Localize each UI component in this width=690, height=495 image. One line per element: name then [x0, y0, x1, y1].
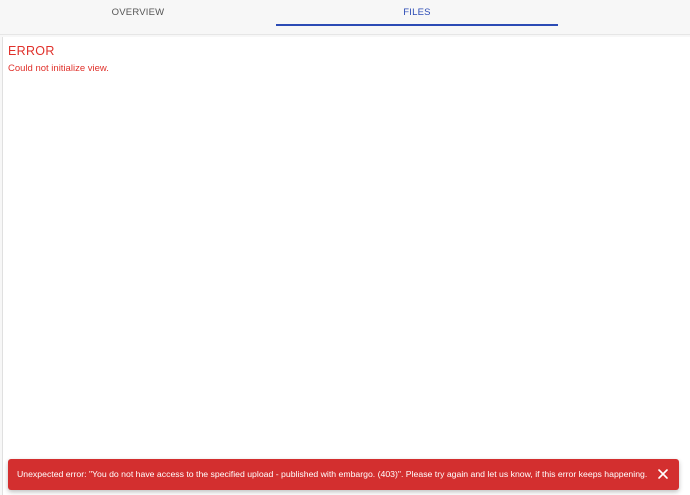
error-snackbar: Unexpected error: "You do not have acces… [8, 459, 679, 490]
snackbar-message: Unexpected error: "You do not have acces… [17, 469, 648, 479]
close-icon-graphic [658, 469, 668, 479]
tab-files[interactable]: FILES [276, 0, 558, 26]
tab-bar: OVERVIEW FILES [0, 0, 690, 35]
active-tab-indicator [276, 24, 558, 26]
main-content: ERROR Could not initialize view. [2, 37, 690, 495]
tab-overview[interactable]: OVERVIEW [0, 0, 276, 26]
page: OVERVIEW FILES ERROR Could not initializ… [0, 0, 690, 495]
error-message: Could not initialize view. [8, 63, 109, 74]
close-icon[interactable] [655, 466, 671, 482]
error-title: ERROR [8, 44, 55, 58]
